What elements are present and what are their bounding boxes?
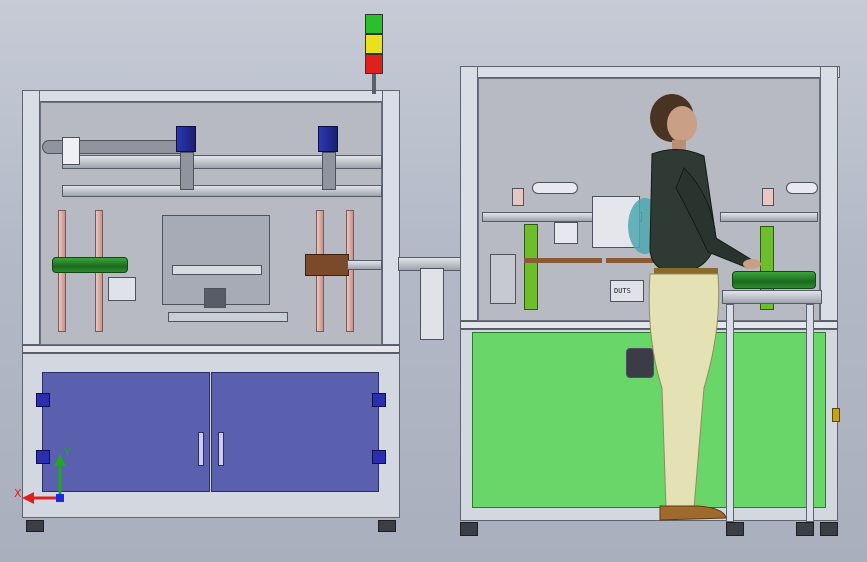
left-bracket xyxy=(62,137,80,165)
left-green-roller xyxy=(52,257,128,273)
left-latch-1 xyxy=(36,393,50,407)
right-foot-4 xyxy=(820,522,838,536)
left-roller-motor xyxy=(108,277,136,301)
operator-pants xyxy=(648,273,720,509)
x-axis-arrowhead xyxy=(22,492,34,504)
right-green-slide-1 xyxy=(524,224,538,310)
left-foot-1 xyxy=(26,520,44,532)
left-door-handle-2[interactable] xyxy=(218,432,224,466)
right-chain-1 xyxy=(532,182,578,194)
left-motor-2 xyxy=(318,126,338,152)
left-fixture-base xyxy=(168,312,288,322)
z-axis-marker xyxy=(56,494,64,502)
left-fixture-plate xyxy=(172,265,262,275)
right-front-leg-2 xyxy=(806,304,814,522)
right-servo-1 xyxy=(490,254,516,304)
right-bracket-1 xyxy=(512,188,524,206)
link-support xyxy=(420,268,444,340)
left-foot-2 xyxy=(378,520,396,532)
x-axis-label: X xyxy=(14,487,22,500)
left-z-axis-1 xyxy=(180,152,194,190)
right-foot-3 xyxy=(796,522,814,536)
right-brown-plate xyxy=(524,258,602,263)
axis-triad: Y X xyxy=(14,446,71,504)
operator-hand xyxy=(743,259,761,269)
signal-green-light xyxy=(365,14,383,34)
right-cabinet-switch[interactable] xyxy=(832,408,840,422)
left-motor-1 xyxy=(176,126,196,152)
left-door-handle-1[interactable] xyxy=(198,432,204,466)
right-frame-top xyxy=(460,66,840,78)
operator-shoes xyxy=(659,505,727,521)
signal-yellow-light xyxy=(365,34,383,54)
signal-tower xyxy=(365,14,383,94)
left-z-axis-2 xyxy=(322,152,336,190)
left-latch-3 xyxy=(372,393,386,407)
left-table-top xyxy=(22,345,400,353)
right-foot-1 xyxy=(460,522,478,536)
signal-pole xyxy=(372,74,376,94)
y-axis-label: Y xyxy=(63,446,71,459)
signal-red-light xyxy=(365,54,383,74)
right-slide-block xyxy=(554,222,578,244)
right-frame-post-right xyxy=(820,66,838,321)
left-frame-post-left xyxy=(22,90,40,345)
operator-face xyxy=(667,106,697,142)
right-frame-post-left xyxy=(460,66,478,321)
left-cabinet-door-right[interactable] xyxy=(211,372,379,492)
left-latch-4 xyxy=(372,450,386,464)
left-frame-post-right xyxy=(382,90,400,345)
operator-figure xyxy=(648,94,761,521)
left-actuator xyxy=(305,254,349,276)
left-actuator-rail xyxy=(347,260,382,270)
right-chain-2 xyxy=(786,182,818,194)
left-fixture-block xyxy=(204,288,226,308)
left-frame-top xyxy=(22,90,400,102)
